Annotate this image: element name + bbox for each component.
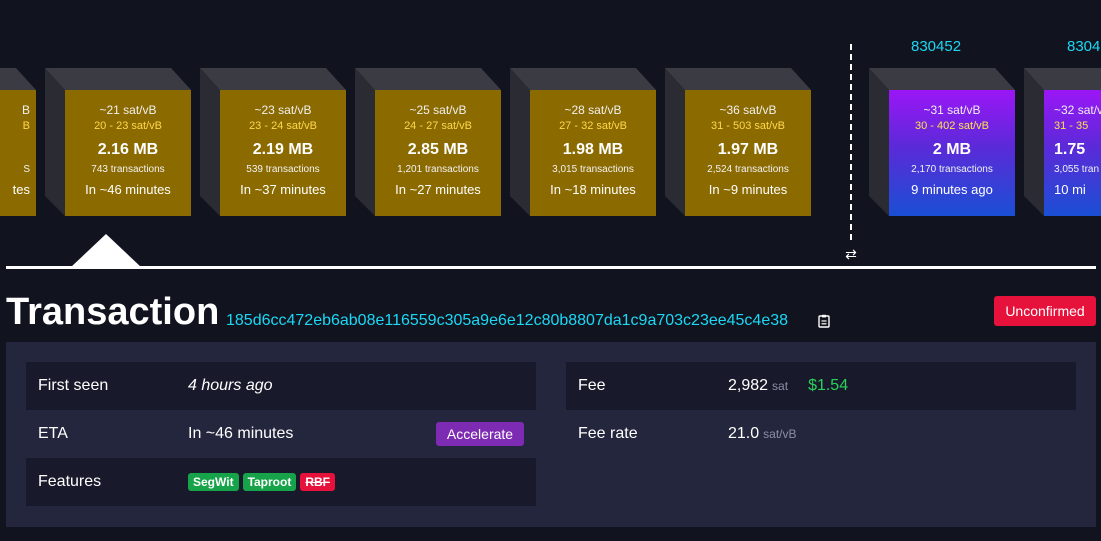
block-fee-range: 31 - 35: [1054, 120, 1089, 132]
transaction-id-link[interactable]: 185d6cc472eb6ab08e116559c305a9e6e12c80b8…: [226, 311, 788, 331]
block-fee-range: 20 - 23 sat/vB: [94, 120, 162, 132]
eta-row: ETA In ~46 minutes Accelerate: [26, 410, 536, 458]
pending-block[interactable]: ~23 sat/vB 23 - 24 sat/vB 2.19 MB 539 tr…: [200, 68, 346, 216]
swap-direction-icon[interactable]: ⇄: [843, 246, 859, 262]
block-size: 2.16 MB: [97, 141, 159, 158]
fee-value: 2,982: [728, 377, 769, 394]
block-fee-range: B: [22, 120, 30, 132]
fee-rate-label: Fee rate: [578, 425, 638, 442]
block-tx-count: 3,015 transactions: [552, 164, 634, 175]
mempool-blockchain-divider: [850, 44, 852, 240]
block-height-link[interactable]: 830451: [1067, 38, 1101, 55]
pending-block[interactable]: ~36 sat/vB 31 - 503 sat/vB 1.97 MB 2,524…: [665, 68, 811, 216]
block-fee-range: 23 - 24 sat/vB: [249, 120, 317, 132]
block-tx-count: 2,524 transactions: [707, 164, 789, 175]
accelerate-button[interactable]: Accelerate: [436, 422, 524, 446]
block-tx-count: 2,170 transactions: [911, 164, 993, 175]
block-median-fee: B: [21, 103, 30, 117]
block-tx-count: 3,055 tran: [1054, 164, 1100, 175]
block-tx-count: S: [23, 164, 30, 175]
segwit-tag[interactable]: SegWit: [188, 473, 239, 491]
features-row: Features SegWit Taproot RBF: [26, 458, 536, 506]
pending-block[interactable]: ~25 sat/vB 24 - 27 sat/vB 2.85 MB 1,201 …: [355, 68, 501, 216]
fee-usd-value: $1.54: [808, 377, 849, 394]
feature-tags: SegWit Taproot RBF: [188, 473, 336, 491]
block-tx-count: 539 transactions: [246, 164, 320, 175]
pending-block[interactable]: ~21 sat/vB 20 - 23 sat/vB 2.16 MB 743 tr…: [45, 68, 191, 216]
block-fee-range: 24 - 27 sat/vB: [404, 120, 472, 132]
block-size: 1.98 MB: [562, 141, 624, 158]
block-height-link[interactable]: 830452: [911, 38, 961, 55]
block-median-fee: ~31 sat/vB: [923, 103, 981, 117]
features-label: Features: [38, 473, 102, 490]
block-eta: In ~9 minutes: [708, 182, 788, 197]
block-median-fee: ~28 sat/vB: [564, 103, 622, 117]
block-size: 2 MB: [932, 141, 972, 158]
block-size: 2.19 MB: [252, 141, 314, 158]
section-divider: [6, 266, 1096, 269]
block-time-ago: 10 mi: [1054, 182, 1086, 197]
fee-label: Fee: [578, 377, 606, 394]
mined-block[interactable]: ~31 sat/vB 30 - 402 sat/vB 2 MB 2,170 tr…: [869, 68, 1015, 216]
first-seen-value: 4 hours ago: [188, 377, 273, 394]
fee-rate-value: 21.0: [728, 425, 760, 442]
eta-value: In ~46 minutes: [188, 425, 294, 442]
rbf-tag[interactable]: RBF: [300, 473, 336, 491]
block-size: [26, 141, 30, 159]
fee-rate-unit: sat/vB: [763, 427, 797, 441]
block-tx-count: 1,201 transactions: [397, 164, 479, 175]
status-badge: Unconfirmed: [994, 296, 1096, 326]
transaction-details-panel: First seen 4 hours ago ETA In ~46 minute…: [6, 342, 1096, 527]
block-median-fee: ~23 sat/vB: [254, 103, 312, 117]
mined-block[interactable]: ~32 sat/vB 31 - 35 1.75 3,055 tran 10 mi: [1024, 68, 1101, 216]
block-fee-range: 30 - 402 sat/vB: [915, 120, 989, 132]
block-median-fee: ~25 sat/vB: [409, 103, 467, 117]
fee-rate-row: Fee rate 21.0 sat/vB: [566, 410, 1076, 458]
first-seen-label: First seen: [38, 377, 109, 394]
block-eta: In ~18 minutes: [550, 182, 636, 197]
block-size: 1.97 MB: [717, 141, 779, 158]
block-time-ago: 9 minutes ago: [911, 182, 993, 197]
copy-icon[interactable]: [818, 314, 830, 328]
block-size: 2.85 MB: [407, 141, 469, 158]
block-fee-range: 27 - 32 sat/vB: [559, 120, 627, 132]
block-size: 1.75: [1054, 141, 1086, 158]
block-eta: tes: [12, 182, 30, 197]
page-title: Transaction: [6, 291, 220, 333]
pending-block[interactable]: ~28 sat/vB 27 - 32 sat/vB 1.98 MB 3,015 …: [510, 68, 656, 216]
mempool-page: B B S tes ~21 sat/vB 20 - 23 sat/vB 2.16…: [0, 0, 1101, 541]
block-eta: In ~27 minutes: [395, 182, 481, 197]
fee-row: Fee 2,982 sat $1.54: [566, 362, 1076, 410]
block-eta: In ~46 minutes: [85, 182, 171, 197]
first-seen-row: First seen 4 hours ago: [26, 362, 536, 410]
block-median-fee: ~32 sat/vB: [1054, 103, 1101, 117]
eta-label: ETA: [38, 425, 68, 442]
pending-block[interactable]: B B S tes: [0, 68, 36, 216]
block-fee-range: 31 - 503 sat/vB: [711, 120, 785, 132]
block-median-fee: ~36 sat/vB: [719, 103, 777, 117]
fee-unit: sat: [772, 379, 789, 393]
blockchain-strip: B B S tes ~21 sat/vB 20 - 23 sat/vB 2.16…: [0, 0, 1101, 270]
block-tx-count: 743 transactions: [91, 164, 165, 175]
block-median-fee: ~21 sat/vB: [99, 103, 157, 117]
block-eta: In ~37 minutes: [240, 182, 326, 197]
taproot-tag[interactable]: Taproot: [242, 473, 297, 491]
selected-block-pointer: [70, 234, 142, 268]
